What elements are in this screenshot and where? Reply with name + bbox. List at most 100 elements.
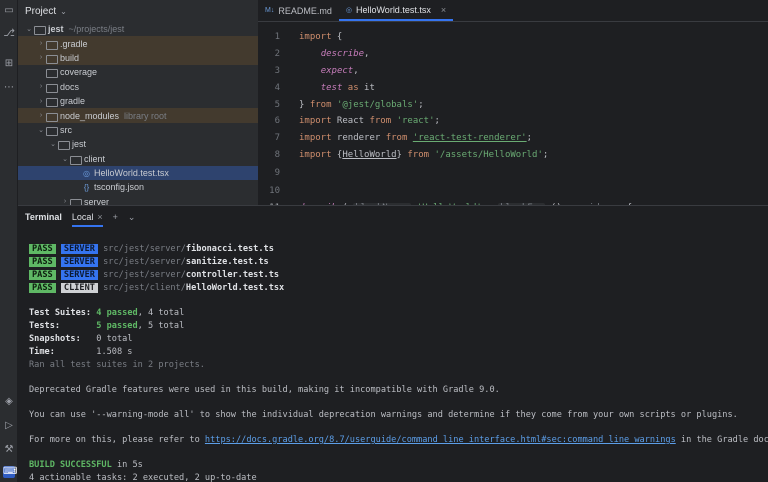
tree-item-helloworld-test-tsx[interactable]: ◎ HelloWorld.test.tsx — [18, 165, 258, 181]
chevron-down-icon[interactable]: ⌄ — [24, 25, 34, 33]
tree-item-label: node_modules — [60, 110, 120, 121]
ide-window: ▭ ⎇ ⊞ ⋯ ◈ ▷ ⚒ ⌨ Project ⌄ ⌄ jest ~/project… — [0, 0, 768, 482]
test-file-icon: ◎ — [83, 168, 90, 178]
gradle-deprecation: Deprecated Gradle features were used in … — [29, 385, 500, 395]
terminal-icon[interactable]: ⌨ — [3, 466, 17, 478]
close-icon[interactable]: × — [97, 212, 102, 222]
folder-icon — [46, 68, 58, 79]
folder-icon — [70, 198, 82, 205]
chevron-right-icon[interactable]: › — [60, 198, 70, 205]
folder-icon — [46, 97, 58, 108]
line-number: 4 — [274, 83, 280, 93]
code-line[interactable]: expect, — [299, 66, 359, 76]
code-line[interactable]: describe, — [299, 49, 370, 59]
summary-tests: Tests: 5 passed, 5 total — [29, 321, 185, 331]
chevron-right-icon[interactable]: › — [36, 40, 46, 47]
markdown-icon: M↓ — [265, 7, 275, 14]
editor-tabs: M↓ README.md ◎ HelloWorld.test.tsx × — [258, 0, 768, 22]
tab-local[interactable]: Local × — [71, 212, 103, 227]
tree-item-docs[interactable]: › docs — [18, 80, 258, 94]
chevron-down-icon[interactable]: ⌄ — [128, 212, 136, 223]
tree-item-hint: ~/projects/jest — [68, 24, 125, 35]
summary-suites: Test Suites: 4 passed, 4 total — [29, 308, 185, 318]
test-file-icon: ◎ — [345, 6, 352, 14]
tree-item-label: .gradle — [60, 38, 88, 49]
code-line[interactable]: import {HelloWorld} from '/assets/HelloW… — [299, 150, 548, 160]
chevron-right-icon[interactable]: › — [36, 112, 46, 119]
editor-tab-label: HelloWorld.test.tsx — [355, 4, 431, 15]
structure-icon[interactable]: ⊞ — [3, 58, 15, 70]
project-title: Project — [25, 5, 57, 17]
folder-icon — [34, 25, 46, 36]
chevron-down-icon[interactable]: ⌄ — [60, 155, 70, 163]
build-icon[interactable]: ⚒ — [3, 444, 15, 456]
summary-snapshots: Snapshots: 0 total — [29, 334, 133, 344]
tree-item-server[interactable]: › server — [18, 195, 258, 205]
line-number: 3 — [274, 66, 280, 76]
chevron-right-icon[interactable]: › — [36, 83, 46, 90]
code-line[interactable]: import React from 'react'; — [299, 116, 440, 126]
chevron-down-icon[interactable]: ⌄ — [48, 140, 58, 148]
code-line[interactable]: import { — [299, 32, 342, 42]
test-result-line: PASS SERVER src/jest/server/controller.t… — [29, 270, 279, 280]
line-number: 6 — [274, 116, 280, 126]
code-line[interactable]: } from '@jest/globals'; — [299, 100, 424, 110]
tree-item-src[interactable]: ⌄ src — [18, 123, 258, 137]
tree-item-label: gradle — [60, 96, 86, 107]
chevron-right-icon[interactable]: › — [36, 54, 46, 61]
git-icon[interactable]: ⎇ — [3, 28, 15, 40]
chevron-right-icon[interactable]: › — [36, 98, 46, 105]
gradle-more-info: For more on this, please refer to https:… — [29, 435, 768, 445]
editor-tab-readme-md[interactable]: M↓ README.md — [258, 0, 339, 21]
folder-icon — [46, 54, 58, 64]
tree-item-coverage[interactable]: coverage — [18, 65, 258, 79]
tree-item-client[interactable]: ⌄ client — [18, 152, 258, 166]
editor-tab-helloworld-test-tsx[interactable]: ◎ HelloWorld.test.tsx × — [338, 0, 454, 21]
tree-item-label: src — [60, 124, 72, 135]
line-number: 5 — [274, 100, 280, 110]
folder-icon — [70, 155, 82, 165]
gradle-docs-link[interactable]: https://docs.gradle.org/8.7/userguide/co… — [205, 435, 676, 445]
chevron-down-icon[interactable]: ⌄ — [60, 7, 67, 16]
tree-item-tsconfig-json[interactable]: {} tsconfig.json — [18, 180, 258, 194]
run-icon[interactable]: ▷ — [3, 420, 15, 432]
services-icon[interactable]: ◈ — [3, 396, 15, 408]
code-line[interactable]: import renderer from 'react-test-rendere… — [299, 133, 532, 143]
tree-item-jest[interactable]: ⌄ jest — [18, 137, 258, 151]
line-number: 7 — [274, 133, 280, 143]
line-number: 9 — [274, 168, 280, 178]
tab-local-label: Local — [71, 212, 94, 222]
project-tree: ⌄ jest ~/projects/jest › .gradle › build covera… — [18, 22, 258, 205]
project-header[interactable]: Project ⌄ — [18, 0, 258, 22]
json-file-icon: {} — [83, 182, 90, 192]
line-number: 10 — [269, 186, 280, 196]
tree-item-label: jest — [48, 24, 64, 35]
folder-icon — [46, 112, 58, 122]
test-result-line: PASS CLIENT src/jest/client/HelloWorld.t… — [29, 283, 284, 293]
project-panel: Project ⌄ ⌄ jest ~/projects/jest › .gradle › b… — [18, 0, 258, 205]
tree-item-label: docs — [60, 81, 80, 92]
close-icon[interactable]: × — [441, 5, 446, 15]
line-number: 1 — [274, 32, 280, 42]
tree-item-build[interactable]: › build — [18, 50, 258, 66]
folder-icon — [46, 40, 58, 50]
add-tab-icon[interactable]: + — [113, 212, 118, 222]
chevron-down-icon[interactable]: ⌄ — [36, 126, 46, 134]
folder-icon — [46, 126, 58, 136]
build-status: BUILD SUCCESSFUL in 5s — [29, 460, 143, 470]
folder-icon[interactable]: ▭ — [3, 5, 15, 17]
tree-item-label: build — [60, 52, 80, 63]
more-icon[interactable]: ⋯ — [3, 82, 15, 94]
code-line[interactable]: test as it — [299, 83, 375, 93]
tree-item-label: HelloWorld.test.tsx — [94, 168, 169, 179]
terminal-panel: Terminal Local × + ⌄ PASS SERVER src/jest… — [18, 205, 768, 482]
tree-item-jest[interactable]: ⌄ jest ~/projects/jest — [18, 22, 258, 36]
tree-item-label: coverage — [60, 67, 98, 78]
tree-item-hint: library root — [124, 110, 167, 121]
line-number: 2 — [274, 49, 280, 59]
tree-item--gradle[interactable]: › .gradle — [18, 36, 258, 51]
tree-item-gradle[interactable]: › gradle — [18, 94, 258, 108]
test-result-line: PASS SERVER src/jest/server/sanitize.tes… — [29, 257, 269, 267]
tree-item-label: client — [84, 153, 106, 164]
tree-item-node-modules[interactable]: › node_modules library root — [18, 108, 258, 123]
